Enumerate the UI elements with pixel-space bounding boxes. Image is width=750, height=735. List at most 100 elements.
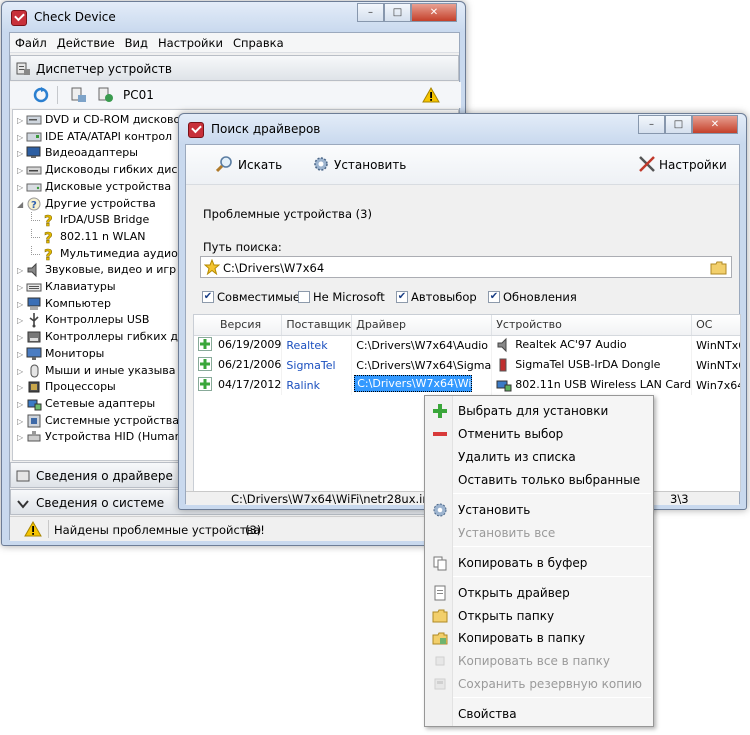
collapsed-arrow-icon[interactable]: ▷ [17, 146, 26, 162]
collapsed-arrow-icon[interactable]: ▷ [17, 380, 26, 396]
column-os[interactable]: ОС [691, 315, 740, 336]
maximize-button[interactable]: □ [384, 3, 411, 22]
collapsed-arrow-icon[interactable]: ▷ [17, 180, 26, 196]
collapsed-arrow-icon[interactable]: ▷ [17, 330, 26, 346]
tree-category-item[interactable]: ▷ Дисковые устройства [17, 179, 171, 195]
selected-plus-icon[interactable] [198, 337, 212, 352]
driver-os-cell[interactable]: WinNTx64 [691, 355, 740, 375]
tree-category-item[interactable]: ▷ Дисководы гибких дисн [17, 162, 185, 178]
column-driver[interactable]: Драйвер [351, 315, 493, 336]
menu-file[interactable]: Файл [10, 33, 52, 50]
tree-category-item[interactable]: ▷ Мониторы [17, 346, 104, 362]
driver-path-cell[interactable]: C:\Drivers\W7x64\WiFi\ [351, 375, 493, 395]
tree-category-item[interactable]: ▷ Устройства HID (Human [17, 429, 182, 445]
expanded-arrow-icon[interactable]: ◢ [17, 197, 26, 213]
collapsed-arrow-icon[interactable]: ▷ [17, 297, 26, 313]
tree-category-item[interactable]: ▷ Компьютер [17, 296, 111, 312]
tree-category-item[interactable]: ▷ Системные устройства [17, 413, 179, 429]
tree-category-item[interactable]: ▷ DVD и CD-ROM дисково [17, 112, 180, 128]
collapsed-arrow-icon[interactable]: ▷ [17, 397, 26, 413]
tree-category-item[interactable]: ▷ Контроллеры гибких д [17, 329, 178, 345]
context-menu-item[interactable]: Копировать в папку [425, 627, 653, 649]
collapsed-arrow-icon[interactable]: ▷ [17, 263, 26, 279]
driver-os-cell[interactable]: WinNTx64 [691, 335, 740, 355]
filter-checkbox[interactable]: ✔ Совместимые [202, 290, 300, 304]
context-menu-item[interactable]: Отменить выбор [425, 423, 653, 445]
context-menu-item[interactable]: Свойства [425, 703, 653, 725]
scan-device-icon[interactable] [70, 86, 88, 104]
driver-path-cell[interactable]: C:\Drivers\W7x64\Sigma [351, 355, 493, 375]
dialog-minimize-button[interactable]: – [638, 115, 665, 134]
driver-date-cell[interactable]: 06/21/2006 [194, 355, 283, 375]
driver-device-cell[interactable]: SigmaTel USB-IrDA Dongle [491, 355, 693, 375]
search-button[interactable]: Искать [216, 155, 286, 175]
collapsed-arrow-icon[interactable]: ▷ [17, 347, 26, 363]
device-manager-panel-header[interactable]: Диспетчер устройств [10, 55, 459, 81]
driver-row[interactable]: 06/21/2006 SigmaTel C:\Drivers\W7x64\Sigma… [194, 355, 740, 375]
menu-action[interactable]: Действие [52, 33, 120, 50]
collapsed-arrow-icon[interactable]: ▷ [17, 280, 26, 296]
context-menu-item[interactable]: Установить [425, 499, 653, 521]
filter-checkbox[interactable]: ✔ Обновления [488, 290, 577, 304]
tree-child-item[interactable]: ? IrDA/USB Bridge [31, 212, 149, 230]
context-menu-item[interactable]: Удалить из списка [425, 446, 653, 468]
minimize-button[interactable]: – [357, 3, 384, 22]
driver-grid[interactable]: Версия Поставщик Драйвер Устройство ОС 0… [194, 315, 740, 395]
tree-category-item[interactable]: ▷ IDE ATA/ATAPI контрол [17, 129, 172, 145]
tree-category-item[interactable]: ◢? Другие устройства [17, 196, 156, 212]
menu-settings[interactable]: Настройки [153, 33, 228, 50]
driver-device-cell[interactable]: Realtek AC'97 Audio [491, 335, 693, 355]
driver-vendor-cell[interactable]: SigmaTel [281, 355, 353, 375]
filter-checkbox[interactable]: ✔ Автовыбор [396, 290, 477, 304]
tree-child-item[interactable]: ? Мультимедиа аудио [31, 245, 178, 264]
collapsed-arrow-icon[interactable]: ▷ [17, 430, 26, 446]
main-titlebar[interactable]: Check Device – □ ✕ [2, 2, 465, 32]
context-menu-item[interactable]: Оставить только выбранные [425, 469, 653, 491]
tree-category-item[interactable]: ▷ Контроллеры USB [17, 312, 149, 328]
selected-plus-icon[interactable] [198, 377, 212, 391]
driver-vendor-cell[interactable]: Ralink [281, 375, 353, 395]
driver-row[interactable]: 06/19/2009 Realtek C:\Drivers\W7x64\Audio R… [194, 335, 740, 355]
column-device[interactable]: Устройство [491, 315, 693, 336]
context-menu-item[interactable]: Копировать в буфер [425, 552, 653, 574]
refresh-icon[interactable] [32, 86, 50, 104]
column-vendor[interactable]: Поставщик [281, 315, 353, 336]
folder-browse-icon[interactable] [710, 260, 728, 276]
filter-checkbox[interactable]: Не Microsoft [298, 290, 385, 304]
collapsed-arrow-icon[interactable]: ▷ [17, 313, 26, 329]
context-menu-item[interactable]: Выбрать для установки [425, 400, 653, 422]
driver-os-cell[interactable]: Win7x64 [691, 375, 740, 395]
selected-plus-icon[interactable] [198, 357, 212, 371]
menu-view[interactable]: Вид [120, 33, 153, 50]
driver-device-cell[interactable]: 802.11n USB Wireless LAN Card [491, 375, 693, 395]
driver-update-icon[interactable] [97, 86, 115, 104]
settings-button[interactable]: Настройки [638, 155, 733, 175]
search-path-field[interactable]: C:\Drivers\W7x64 [200, 256, 732, 278]
column-version[interactable]: Версия [194, 315, 283, 336]
tree-category-item[interactable]: ▷ Мыши и иные указыва [17, 363, 175, 379]
tree-category-item[interactable]: ▷ Видеоадаптеры [17, 145, 138, 161]
menu-help[interactable]: Справка [228, 33, 289, 50]
collapsed-arrow-icon[interactable]: ▷ [17, 163, 26, 179]
driver-vendor-cell[interactable]: Realtek [281, 335, 353, 355]
context-menu-item[interactable]: Открыть драйвер [425, 582, 653, 604]
tree-category-item[interactable]: ▷ Процессоры [17, 379, 116, 395]
driver-date-cell[interactable]: 06/19/2009 [194, 335, 283, 355]
collapsed-arrow-icon[interactable]: ▷ [17, 414, 26, 430]
dialog-close-button[interactable]: ✕ [692, 115, 738, 134]
driver-row[interactable]: 04/17/2012 Ralink C:\Drivers\W7x64\WiFi\ 80… [194, 375, 740, 395]
collapsed-arrow-icon[interactable]: ▷ [17, 364, 26, 380]
collapsed-arrow-icon[interactable]: ▷ [17, 130, 26, 146]
tree-category-item[interactable]: ▷ Звуковые, видео и игр [17, 262, 176, 278]
dialog-titlebar[interactable]: Поиск драйверов – □ ✕ [179, 114, 746, 144]
context-menu-item[interactable]: Открыть папку [425, 605, 653, 627]
tree-category-item[interactable]: ▷ Сетевые адаптеры [17, 396, 155, 412]
install-button[interactable]: Установить [312, 155, 406, 175]
tree-child-item[interactable]: ? 802.11 n WLAN [31, 229, 145, 247]
collapsed-arrow-icon[interactable]: ▷ [17, 113, 26, 129]
tree-category-item[interactable]: ▷ Клавиатуры [17, 279, 116, 295]
driver-path-cell[interactable]: C:\Drivers\W7x64\Audio [351, 335, 493, 355]
driver-date-cell[interactable]: 04/17/2012 [194, 375, 283, 395]
dialog-maximize-button[interactable]: □ [665, 115, 692, 134]
close-button[interactable]: ✕ [411, 3, 457, 22]
